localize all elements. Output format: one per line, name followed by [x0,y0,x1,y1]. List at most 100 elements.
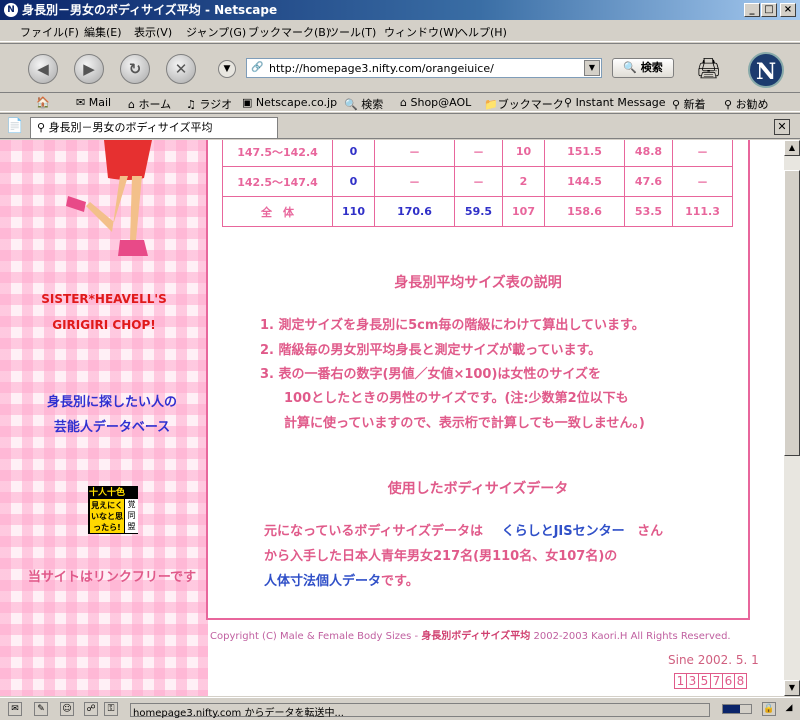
juunin-toiro-badge[interactable]: 十人十色 見えにく いなと思 ったら! 覚 同 盟 [88,486,138,534]
address-book-icon[interactable]: ☺ [60,702,74,716]
url-bar[interactable]: 🔗 http://homepage3.nifty.com/orangeiuice… [246,58,602,78]
security-icon[interactable]: ⚿ [104,702,118,716]
table-cell: 142.5～147.4 [222,166,333,197]
table-cell: 158.6 [544,196,625,227]
table-cell: － [672,140,733,167]
table-cell: － [374,140,455,167]
progress-bar [722,704,752,714]
bookmark-new[interactable]: ⚲ 新着 [672,96,706,112]
menu-edit[interactable]: 編集(E) [84,24,122,40]
menu-help[interactable]: ヘルプ(H) [457,24,507,40]
explanation-heading: 身長別平均サイズ表の説明 [394,275,562,291]
maximize-button[interactable]: □ [761,3,777,17]
bookmark-radio[interactable]: ♫ ラジオ [186,96,232,112]
table-cell: 48.8 [624,140,673,167]
table-cell: 59.5 [454,196,503,227]
online-status-icon[interactable]: ☍ [84,702,98,716]
badge-text: 見えにく いなと思 ったら! [90,499,124,533]
badge-side-text: 覚 同 盟 [125,499,138,533]
reload-icon[interactable]: ↻ [120,54,150,84]
tab-bar: 📄 ⚲ 身長別－男女のボディサイズ平均 ✕ [0,113,800,139]
stop-icon[interactable]: ✕ [166,54,196,84]
menu-bookmarks[interactable]: ブックマーク(B) [248,24,330,40]
explanation-item-3: 3. 表の一番右の数字(男値／女値×100)は女性のサイズを [260,367,602,382]
explanation-item-2: 2. 階級毎の男女別平均身長と測定サイズが載っています。 [260,343,602,358]
copyright-footer: Copyright (C) Male & Female Body Sizes -… [210,627,731,642]
menu-file[interactable]: ファイル(F) [20,24,79,40]
girl-illustration [66,140,152,256]
data-source-text: さん [637,524,664,539]
menu-go[interactable]: ジャンプ(G) [186,24,246,40]
scrollbar-thumb[interactable] [784,170,800,456]
composer-icon[interactable]: ✎ [34,702,48,716]
size-table: 147.5～142.4 0 － － 10 151.5 48.8 － 142.5～… [222,140,733,227]
search-button[interactable]: 🔍 検索 [612,58,674,78]
table-cell: 0 [332,166,375,197]
status-bar: ✉ ✎ ☺ ☍ ⚿ homepage3.nifty.com からデータを転送中.… [0,697,800,720]
main-content-box: 147.5～142.4 0 － － 10 151.5 48.8 － 142.5～… [206,140,750,620]
tab-current[interactable]: ⚲ 身長別－男女のボディサイズ平均 [30,117,278,138]
table-cell: 47.6 [624,166,673,197]
close-tab-button[interactable]: ✕ [774,119,790,135]
table-cell: 10 [502,140,545,167]
menu-bar: ファイル(F) 編集(E) 表示(V) ジャンプ(G) ブックマーク(B) ツー… [0,20,800,42]
bookmark-shop[interactable]: ⌂ Shop@AOL [400,96,471,109]
data-source-line-1: 元になっているボディサイズデータは くらしとJISセンター さん [264,520,663,539]
status-text: homepage3.nifty.com からデータを転送中... [130,703,710,719]
forward-icon[interactable]: ▶ [74,54,104,84]
bookmark-netscape[interactable]: ▣ Netscape.co.jp [242,96,337,109]
table-cell: － [672,166,733,197]
back-icon[interactable]: ◀ [28,54,58,84]
bookmark-search[interactable]: 🔍 検索 [344,96,383,112]
netscape-icon: N [4,3,18,17]
bookmark-bookmarks[interactable]: 📁ブックマーク [484,96,564,112]
bookmark-recommended[interactable]: ⚲ お勧め [724,96,769,112]
url-text[interactable]: http://homepage3.nifty.com/orangeiuice/ [269,62,494,75]
menu-tools[interactable]: ツール(T) [328,24,376,40]
table-cell: 144.5 [544,166,625,197]
print-icon[interactable]: 🖨 [696,56,726,84]
url-history-dropdown[interactable]: ▼ [584,60,600,76]
body-dimension-data-link[interactable]: 人体寸法個人データ [264,574,381,589]
bookmarks-bar: 🏠 ✉ Mail ⌂ ホーム ♫ ラジオ ▣ Netscape.co.jp 🔍 … [0,92,800,112]
page-icon: 🔗 [251,62,264,73]
table-cell: 107 [502,196,545,227]
netscape-logo[interactable]: N [748,52,784,88]
home-tab-icon[interactable]: 🏠 [36,96,50,109]
minimize-button[interactable]: _ [744,3,760,17]
counter-digit: 8 [734,673,747,689]
explanation-item-3-cont: 100としたときの男性のサイズです。(注:少数第2位以下も [284,391,629,406]
mail-status-icon[interactable]: ✉ [8,702,22,716]
resize-grip-icon[interactable]: ◢ [782,702,796,716]
menu-view[interactable]: 表示(V) [134,24,172,40]
go-dropdown-icon[interactable]: ▼ [218,60,236,78]
data-source-text: 元になっているボディサイズデータは [264,524,484,539]
celebrity-db-link-line1[interactable]: 身長別に探したい人の [0,391,224,410]
lock-icon: 🔒 [762,702,776,716]
new-tab-icon[interactable]: 📄 [6,118,23,134]
table-row: 147.5～142.4 0 － － 10 151.5 48.8 － [222,140,733,167]
close-window-button[interactable]: × [780,3,796,17]
table-cell: － [374,166,455,197]
explanation-item-1: 1. 測定サイズを身長別に5cm毎の階級にわけて算出しています。 [260,318,645,333]
table-cell: 53.5 [624,196,673,227]
sidebar: SISTER*HEAVELL'S GIRIGIRI CHOP! 身長別に探したい… [0,140,208,696]
table-cell: 147.5～142.4 [222,140,333,167]
explanation-item-3-note: 計算に使っていますので、表示桁で計算しても一致しません。) [284,416,645,431]
table-cell: 110 [332,196,375,227]
bookmark-mail[interactable]: ✉ Mail [76,96,111,109]
link-free-notice: 当サイトはリンクフリーです [27,570,197,585]
scroll-up-button[interactable]: ▲ [784,140,800,156]
table-cell: － [454,166,503,197]
bookmark-home[interactable]: ⌂ ホーム [128,96,171,112]
table-cell: 170.6 [374,196,455,227]
celebrity-db-link-line2[interactable]: 芸能人データベース [0,416,224,435]
bookmark-instant-message[interactable]: ⚲ Instant Message [564,96,666,109]
menu-window[interactable]: ウィンドウ(W) [384,24,458,40]
kurashi-jis-link[interactable]: くらしとJISセンター [502,524,625,539]
table-cell: 0 [332,140,375,167]
scroll-down-button[interactable]: ▼ [784,680,800,696]
page-content: SISTER*HEAVELL'S GIRIGIRI CHOP! 身長別に探したい… [0,140,784,696]
access-counter: 135768 [674,673,747,689]
table-cell: 111.3 [672,196,733,227]
